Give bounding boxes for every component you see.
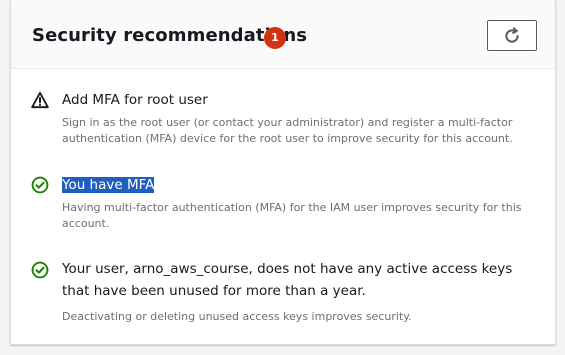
refresh-button[interactable] xyxy=(487,20,537,51)
recommendation-count-badge: 1 xyxy=(264,27,286,49)
recommendation-description: Sign in as the root user (or contact you… xyxy=(62,116,513,145)
refresh-icon xyxy=(505,27,519,43)
recommendation-title: Add MFA for root user xyxy=(62,92,208,108)
recommendation-description: Deactivating or deleting unused access k… xyxy=(62,310,412,323)
recommendation-title: Your user, arno_aws_course, does not hav… xyxy=(62,261,513,299)
warning-icon xyxy=(31,91,49,109)
check-circle-icon xyxy=(31,261,49,279)
check-circle-icon xyxy=(31,176,49,194)
recommendation-description: Having multi-factor authentication (MFA)… xyxy=(62,201,522,230)
security-recommendations-panel: Security recommendations 1 Add MFA for r… xyxy=(10,0,556,345)
recommendation-title: You have MFA xyxy=(62,177,155,193)
panel-header: Security recommendations 1 xyxy=(11,0,555,69)
